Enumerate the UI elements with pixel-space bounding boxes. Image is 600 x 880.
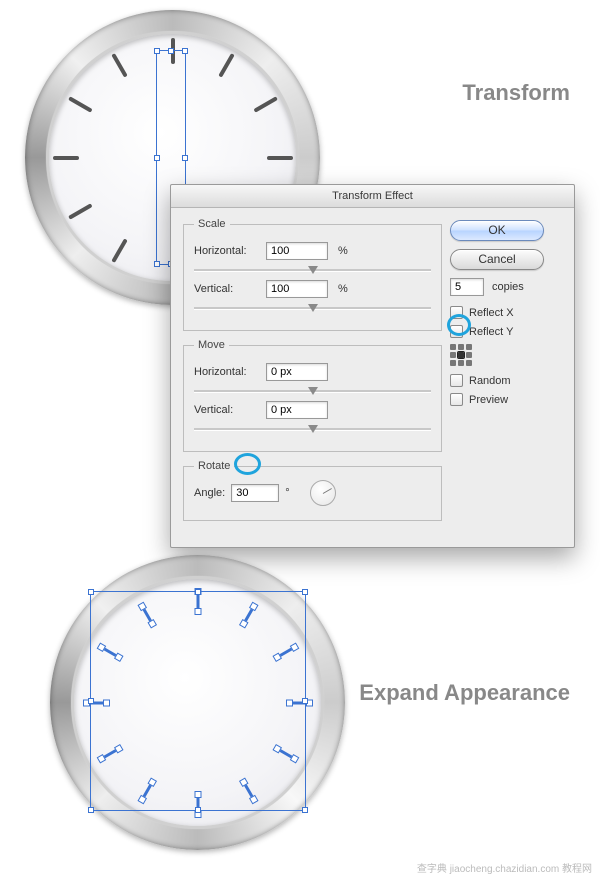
scale-horizontal-input[interactable]	[266, 242, 328, 260]
slider-thumb[interactable]	[308, 425, 318, 433]
rotate-group: Rotate Angle: °	[183, 460, 442, 521]
random-checkbox[interactable]	[450, 374, 463, 387]
transform-effect-dialog: Transform Effect Scale Horizontal: % Ver…	[170, 184, 575, 548]
move-vertical-input[interactable]	[266, 401, 328, 419]
reflect-y-checkbox[interactable]	[450, 325, 463, 338]
clock-tick	[68, 203, 93, 219]
scale-horizontal-label: Horizontal:	[194, 245, 266, 257]
clock-tick	[253, 96, 278, 112]
clock-tick	[53, 156, 79, 160]
scale-group: Scale Horizontal: % Vertical: %	[183, 218, 442, 331]
dialog-body: Scale Horizontal: % Vertical: % Move Hor…	[171, 208, 574, 547]
slider-thumb[interactable]	[308, 387, 318, 395]
preview-label: Preview	[469, 394, 508, 406]
caption-expand-appearance: Expand Appearance	[359, 680, 570, 706]
slider-thumb[interactable]	[308, 304, 318, 312]
clock-tick	[267, 156, 293, 160]
caption-transform: Transform	[462, 80, 570, 106]
move-horizontal-input[interactable]	[266, 363, 328, 381]
clock-tick	[218, 53, 234, 78]
dialog-left-column: Scale Horizontal: % Vertical: % Move Hor…	[183, 218, 450, 529]
scale-legend: Scale	[194, 218, 230, 230]
rotate-angle-label: Angle:	[194, 487, 225, 499]
ok-button[interactable]: OK	[450, 220, 544, 241]
clock-tick	[68, 96, 93, 112]
scale-vertical-input[interactable]	[266, 280, 328, 298]
move-legend: Move	[194, 339, 229, 351]
random-label: Random	[469, 375, 511, 387]
selection-handle[interactable]	[154, 48, 160, 54]
scale-vertical-slider[interactable]	[194, 302, 431, 314]
dialog-right-column: OK Cancel copies Reflect X Reflect Y	[450, 218, 562, 529]
move-vertical-label: Vertical:	[194, 404, 266, 416]
angle-dial-icon[interactable]	[310, 480, 336, 506]
clock-tick	[111, 53, 127, 78]
clock-tick	[111, 238, 127, 263]
selection-handle[interactable]	[88, 698, 94, 704]
reference-point-selector[interactable]	[450, 344, 472, 366]
move-vertical-slider[interactable]	[194, 423, 431, 435]
scale-horizontal-unit: %	[338, 245, 348, 257]
selection-handle[interactable]	[182, 48, 188, 54]
watermark-text: 查字典 jiaocheng.chazidian.com 教程网	[413, 859, 596, 876]
selection-handle[interactable]	[168, 48, 174, 54]
move-horizontal-slider[interactable]	[194, 385, 431, 397]
scale-vertical-unit: %	[338, 283, 348, 295]
rotate-angle-unit: °	[285, 487, 289, 499]
selection-handle[interactable]	[88, 807, 94, 813]
reflect-x-checkbox[interactable]	[450, 306, 463, 319]
rotate-legend: Rotate	[194, 460, 234, 472]
copies-label: copies	[492, 281, 524, 293]
copies-input[interactable]	[450, 278, 484, 296]
selection-handle[interactable]	[302, 698, 308, 704]
preview-checkbox[interactable]	[450, 393, 463, 406]
selection-handle[interactable]	[302, 589, 308, 595]
scale-horizontal-slider[interactable]	[194, 264, 431, 276]
rotate-angle-input[interactable]	[231, 484, 279, 502]
reflect-x-label: Reflect X	[469, 307, 514, 319]
dialog-title: Transform Effect	[171, 185, 574, 208]
cancel-button[interactable]: Cancel	[450, 249, 544, 270]
selection-box-bottom[interactable]	[90, 591, 306, 811]
selection-handle[interactable]	[182, 155, 188, 161]
move-horizontal-label: Horizontal:	[194, 366, 266, 378]
move-group: Move Horizontal: Vertical:	[183, 339, 442, 452]
selection-handle[interactable]	[302, 807, 308, 813]
reflect-y-label: Reflect Y	[469, 326, 513, 338]
selection-handle[interactable]	[195, 807, 201, 813]
selection-handle[interactable]	[154, 261, 160, 267]
slider-thumb[interactable]	[308, 266, 318, 274]
selection-handle[interactable]	[195, 589, 201, 595]
selection-handle[interactable]	[88, 589, 94, 595]
scale-vertical-label: Vertical:	[194, 283, 266, 295]
selection-handle[interactable]	[154, 155, 160, 161]
